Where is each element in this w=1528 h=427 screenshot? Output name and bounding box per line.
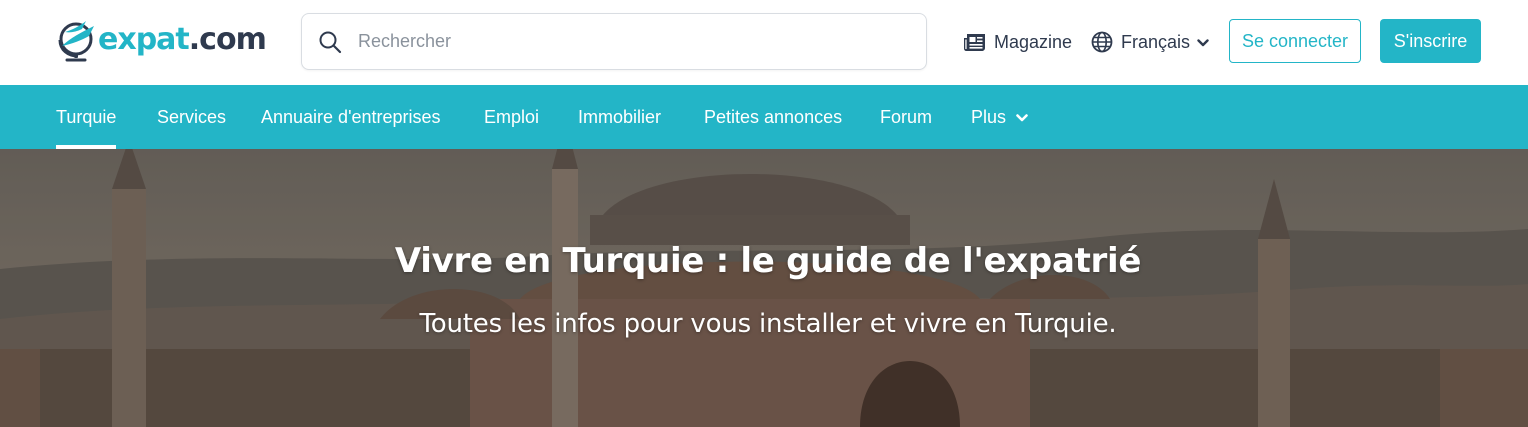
hero-banner: Vivre en Turquie : le guide de l'expatri… [0,149,1528,427]
signup-button[interactable]: S'inscrire [1380,19,1481,63]
login-button[interactable]: Se connecter [1229,19,1361,63]
search-input[interactable] [358,14,908,69]
main-nav: Turquie Services Annuaire d'entreprises … [0,85,1528,149]
search-box [301,13,927,70]
magazine-label: Magazine [994,31,1073,52]
nav-item-immobilier[interactable]: Immobilier [578,85,661,149]
hero-title: Vivre en Turquie : le guide de l'expatri… [394,241,1142,281]
hero-overlay [0,149,1528,427]
nav-item-emploi[interactable]: Emploi [484,85,539,149]
globe-logo-icon [58,21,94,62]
globe-icon [1091,31,1113,53]
chevron-down-icon [1197,39,1209,47]
newspaper-icon [964,34,985,51]
language-selector[interactable]: Français [1091,25,1209,59]
nav-item-annuaire[interactable]: Annuaire d'entreprises [261,85,441,149]
nav-item-plus[interactable]: Plus [971,85,1028,149]
search-icon[interactable] [318,30,342,54]
nav-item-services[interactable]: Services [157,85,226,149]
magazine-link[interactable]: Magazine [963,25,1072,59]
nav-item-petites-annonces[interactable]: Petites annonces [704,85,842,149]
chevron-down-icon [1016,113,1028,121]
hero-subtitle: Toutes les infos pour vous installer et … [419,309,1117,339]
nav-item-turquie[interactable]: Turquie [56,85,117,149]
logo-text: expat.com [98,21,267,57]
site-header: expat.com Magazine Français S [0,0,1528,85]
language-label: Français [1121,31,1191,52]
expat-logo[interactable]: expat.com [56,18,267,64]
nav-item-forum[interactable]: Forum [880,85,932,149]
